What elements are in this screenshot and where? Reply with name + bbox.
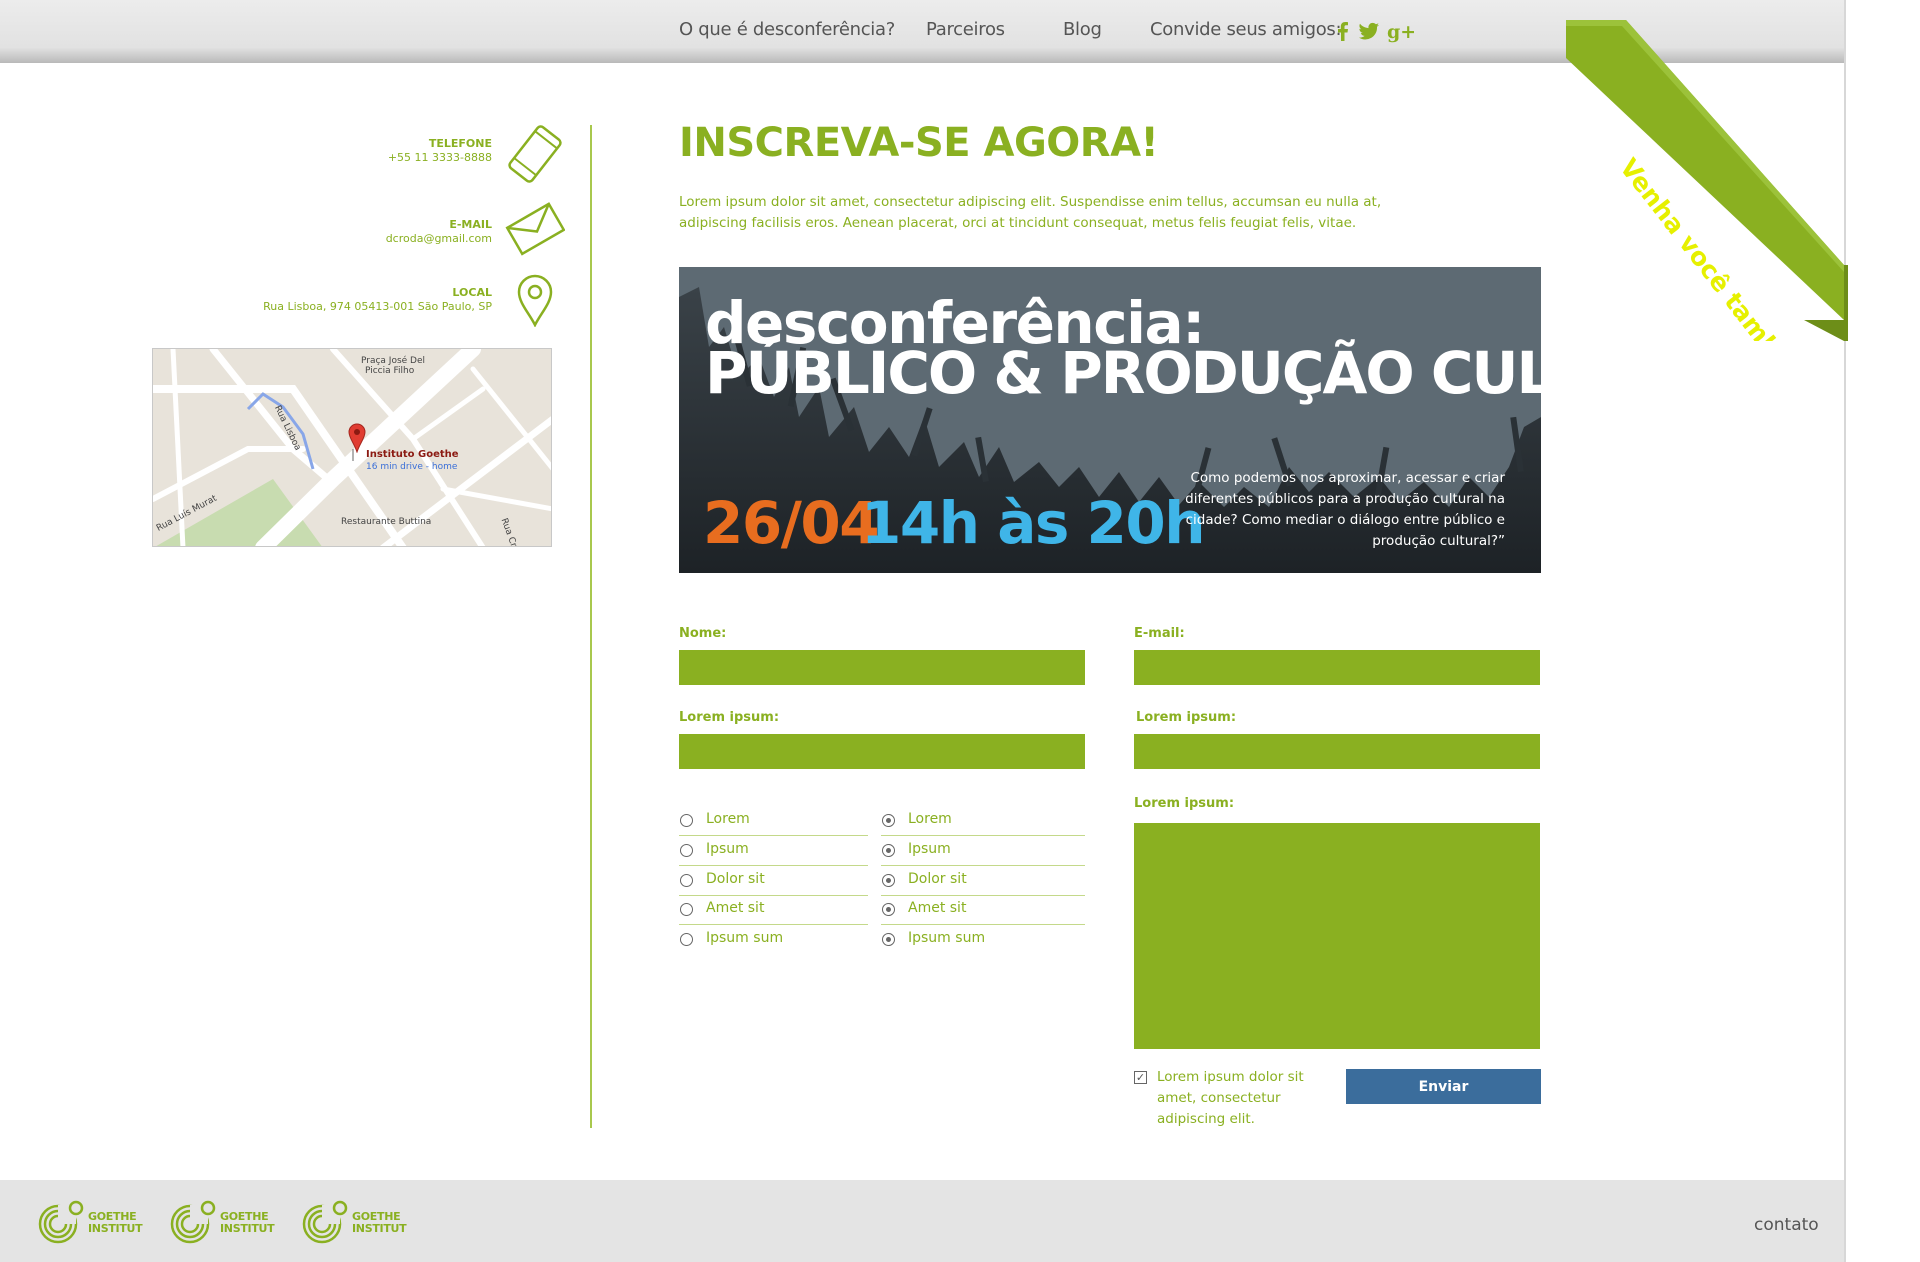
svg-text:g+: g+ (1387, 21, 1414, 43)
location-pin-icon (515, 273, 555, 331)
option-right-label: Lorem (908, 811, 952, 827)
event-banner: desconferência: PÚBLICO & PRODUÇÃO CULTU… (679, 267, 1541, 573)
option-right-label: Dolor sit (908, 871, 967, 887)
option-left-label: Lorem (706, 811, 750, 827)
email-label: E-MAIL (449, 218, 492, 231)
option-left-amet-sit[interactable]: Amet sit (679, 895, 868, 925)
nav-link-parceiros[interactable]: Parceiros (926, 19, 1005, 40)
agree-text: Lorem ipsum dolor sit amet, consectetur … (1157, 1069, 1304, 1127)
goethe-logo-1[interactable]: GOETHE INSTITUT (38, 1200, 148, 1244)
field4-label: Lorem ipsum: (1136, 710, 1237, 725)
footer: GOETHE INSTITUT GOETHE INSTITUT GOETHE INST… (0, 1180, 1844, 1262)
option-left-label: Dolor sit (706, 871, 765, 887)
nav-link-o-que-e[interactable]: O que é desconferência? (679, 19, 895, 40)
local-label: LOCAL (452, 286, 492, 299)
phone-label: TELEFONE (428, 137, 492, 150)
twitter-icon[interactable] (1357, 19, 1381, 43)
radio-left-ipsum[interactable] (680, 844, 693, 857)
goethe-logo-mark-icon (302, 1200, 348, 1244)
map-pin-icon[interactable] (348, 423, 366, 457)
goethe-logo-mark-icon (38, 1200, 84, 1244)
sidebar-divider (590, 125, 592, 1128)
banner-date: 26/04 (703, 489, 880, 557)
option-right-dolor-sit[interactable]: Dolor sit (881, 866, 1085, 896)
intro-text: Lorem ipsum dolor sit amet, consectetur … (679, 194, 1382, 231)
name-input[interactable] (679, 650, 1085, 685)
option-right-label: Ipsum (908, 841, 951, 857)
goethe-logo-mark-icon (170, 1200, 216, 1244)
field3-input[interactable] (679, 734, 1085, 769)
option-right-lorem[interactable]: Lorem (881, 806, 1085, 836)
page: { "nav": { "items": ["O que é desconferê… (0, 0, 1920, 1262)
email-value[interactable]: dcroda@gmail.com (386, 232, 492, 245)
option-right-label: Amet sit (908, 900, 967, 916)
logo-text-line2: INSTITUT (220, 1222, 275, 1235)
banner-title-line2: PÚBLICO & PRODUÇÃO CULTURAL (705, 339, 1541, 407)
field3-label: Lorem ipsum: (679, 710, 780, 725)
option-left-lorem[interactable]: Lorem (679, 806, 868, 836)
name-label: Nome: (679, 626, 727, 641)
email-input[interactable] (1134, 650, 1540, 685)
option-right-ipsum-sum[interactable]: Ipsum sum (881, 925, 1085, 955)
location-map[interactable]: Praça José Del Piccia Filho Rua Lisboa R… (152, 348, 552, 547)
ribbon-shape (1566, 20, 1848, 341)
option-left-ipsum-sum[interactable]: Ipsum sum (679, 925, 868, 955)
map-label-praca-2: Piccia Filho (365, 366, 415, 376)
radio-right-dolor-sit[interactable] (882, 874, 895, 887)
option-left-ipsum[interactable]: Ipsum (679, 836, 868, 866)
footer-contact-link[interactable]: contato (1754, 1215, 1819, 1235)
phone-icon (503, 122, 567, 190)
map-label-restaurante: Restaurante Buttina (341, 517, 432, 527)
map-place-sub[interactable]: 16 min drive - home (366, 462, 457, 472)
option-right-label: Ipsum sum (908, 930, 986, 946)
submit-button[interactable]: Enviar (1346, 1069, 1541, 1104)
logo-text-line2: INSTITUT (88, 1222, 143, 1235)
radio-right-ipsum[interactable] (882, 844, 895, 857)
goethe-logo-text: GOETHE INSTITUT (352, 1211, 407, 1235)
radio-left-ipsum-sum[interactable] (680, 933, 693, 946)
corner-ribbon: Venha você também! (1566, 20, 1848, 341)
right-margin (1844, 0, 1920, 1262)
radio-right-amet-sit[interactable] (882, 903, 895, 916)
goethe-logo-text: GOETHE INSTITUT (220, 1211, 275, 1235)
option-right-amet-sit[interactable]: Amet sit (881, 895, 1085, 925)
radio-left-lorem[interactable] (680, 814, 693, 827)
radio-right-lorem[interactable] (882, 814, 895, 827)
option-right-ipsum[interactable]: Ipsum (881, 836, 1085, 866)
facebook-icon[interactable] (1331, 19, 1355, 43)
phone-value: +55 11 3333-8888 (387, 151, 492, 164)
banner-time: 14h às 20h (861, 489, 1206, 557)
google-plus-icon[interactable]: g+ (1386, 19, 1416, 43)
message-label: Lorem ipsum: (1134, 796, 1235, 811)
option-left-dolor-sit[interactable]: Dolor sit (679, 866, 868, 896)
option-left-label: Ipsum (706, 841, 749, 857)
page-title: INSCREVA-SE AGORA! (679, 120, 1159, 166)
option-left-label: Amet sit (706, 900, 765, 916)
invite-friends-label: Convide seus amigos: (1150, 19, 1342, 40)
goethe-logo-2[interactable]: GOETHE INSTITUT (170, 1200, 280, 1244)
agree-checkbox[interactable]: ✓ (1134, 1071, 1147, 1084)
radio-left-amet-sit[interactable] (680, 903, 693, 916)
logo-text-line2: INSTITUT (352, 1222, 407, 1235)
goethe-logo-3[interactable]: GOETHE INSTITUT (302, 1200, 412, 1244)
banner-quote: Como podemos nos aproximar, acessar e cr… (1185, 470, 1505, 549)
nav-link-blog[interactable]: Blog (1063, 19, 1102, 40)
message-textarea[interactable] (1134, 823, 1540, 1049)
radio-right-ipsum-sum[interactable] (882, 933, 895, 946)
email-field-label: E-mail: (1134, 626, 1185, 641)
goethe-logo-text: GOETHE INSTITUT (88, 1211, 143, 1235)
mail-icon (505, 198, 566, 262)
option-left-label: Ipsum sum (706, 930, 784, 946)
radio-left-dolor-sit[interactable] (680, 874, 693, 887)
field4-input[interactable] (1134, 734, 1540, 769)
map-place-name[interactable]: Instituto Goethe (366, 449, 459, 460)
local-value: Rua Lisboa, 974 05413-001 São Paulo, SP (263, 300, 492, 313)
